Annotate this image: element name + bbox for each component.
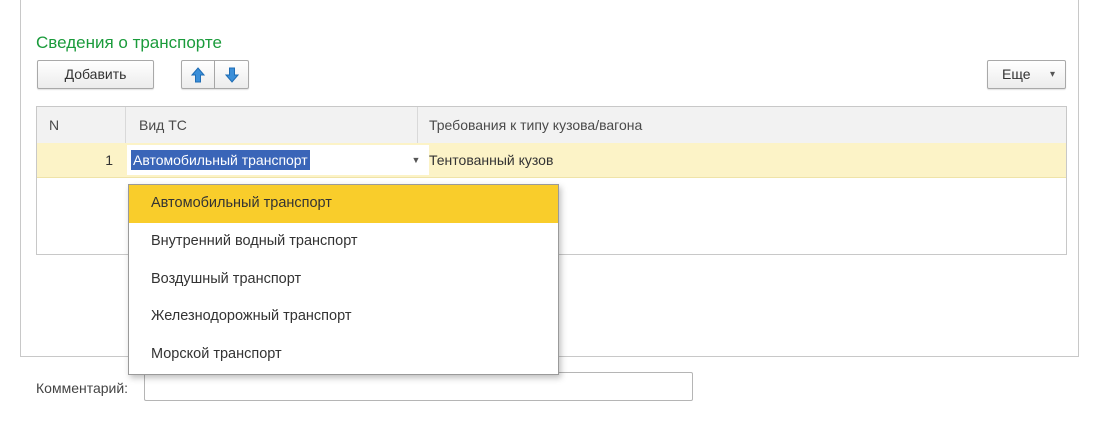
comment-label: Комментарий:	[36, 380, 129, 396]
column-divider	[125, 107, 126, 143]
move-buttons-group	[181, 60, 249, 89]
column-divider	[417, 107, 418, 143]
comment-input[interactable]	[144, 372, 693, 401]
arrow-up-icon	[191, 66, 205, 82]
add-button[interactable]: Добавить	[37, 60, 154, 89]
section-title: Сведения о транспорте	[36, 33, 222, 52]
dropdown-arrow-icon[interactable]: ▼	[403, 145, 429, 175]
dropdown-option[interactable]: Внутренний водный транспорт	[129, 223, 558, 261]
dropdown-option[interactable]: Автомобильный транспорт	[129, 185, 558, 223]
move-down-button[interactable]	[215, 60, 249, 89]
table-header: N Вид ТС Требования к типу кузова/вагона	[37, 107, 1066, 144]
vehicle-type-field[interactable]: Автомобильный транспорт ▼	[127, 145, 429, 175]
chevron-down-icon: ▾	[1049, 69, 1055, 80]
column-header-body-requirements[interactable]: Требования к типу кузова/вагона	[429, 107, 642, 143]
column-header-vehicle-type[interactable]: Вид ТС	[139, 107, 187, 143]
move-up-button[interactable]	[181, 60, 215, 89]
dropdown-option[interactable]: Воздушный транспорт	[129, 261, 558, 299]
body-requirements-value[interactable]: Тентованный кузов	[429, 143, 553, 177]
dropdown-option[interactable]: Морской транспорт	[129, 336, 558, 374]
vehicle-type-dropdown-list: Автомобильный транспорт Внутренний водны…	[128, 184, 559, 375]
arrow-down-icon	[224, 67, 239, 83]
dropdown-option[interactable]: Железнодорожный транспорт	[129, 298, 558, 336]
more-button[interactable]: Еще ▾	[987, 60, 1066, 89]
vehicle-type-value[interactable]: Автомобильный транспорт	[131, 150, 310, 170]
more-button-label: Еще	[1002, 66, 1031, 82]
table-row[interactable]: 1 Автомобильный транспорт ▼ Тентованный …	[37, 143, 1066, 178]
row-number: 1	[105, 152, 113, 168]
column-header-n[interactable]: N	[49, 107, 59, 143]
